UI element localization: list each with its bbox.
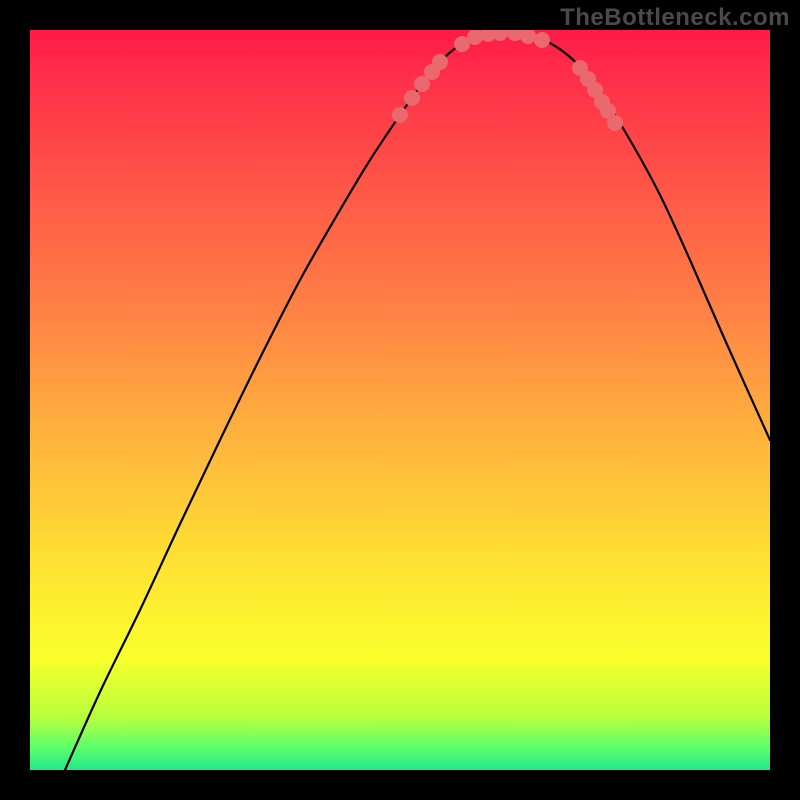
chart-frame: TheBottleneck.com bbox=[0, 0, 800, 800]
watermark-text: TheBottleneck.com bbox=[560, 4, 790, 32]
plot-area bbox=[30, 30, 770, 770]
highlight-dot bbox=[405, 91, 420, 106]
highlight-dots bbox=[393, 30, 623, 131]
highlight-dot bbox=[608, 116, 623, 131]
highlight-dot bbox=[393, 108, 408, 123]
highlight-dot bbox=[433, 55, 448, 70]
highlight-dot bbox=[521, 30, 536, 44]
highlight-dot bbox=[535, 33, 550, 48]
highlight-dot bbox=[493, 30, 508, 41]
bottleneck-curve-line bbox=[65, 32, 770, 770]
curve-svg bbox=[30, 30, 770, 770]
highlight-dot bbox=[415, 77, 430, 92]
